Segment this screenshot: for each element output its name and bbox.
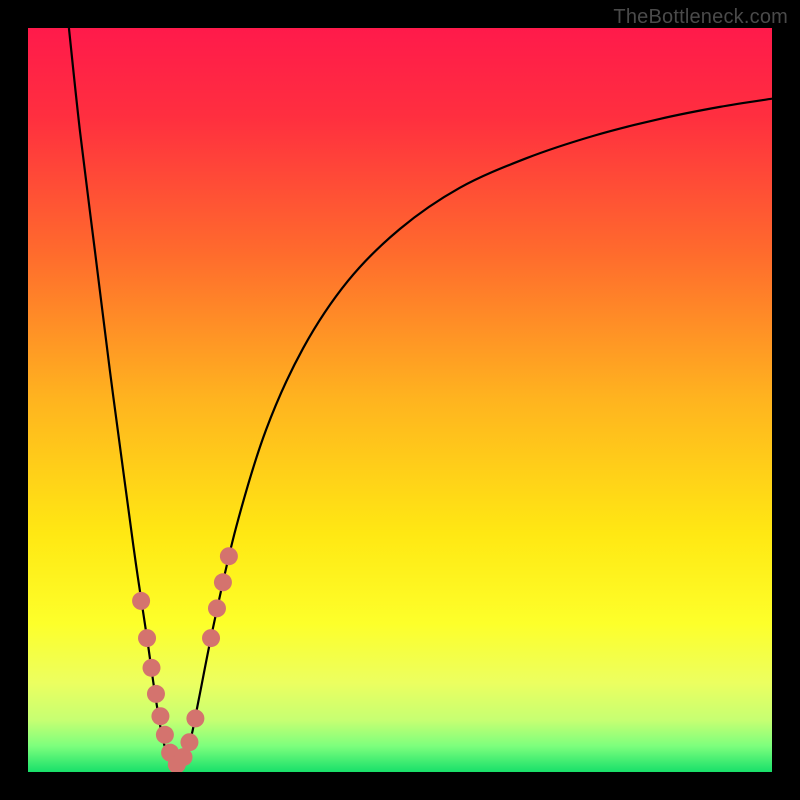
highlight-dot (156, 726, 174, 744)
highlight-dot (147, 685, 165, 703)
chart-frame: TheBottleneck.com (0, 0, 800, 800)
highlight-dot (220, 547, 238, 565)
highlight-dot (214, 573, 232, 591)
highlight-dot (186, 709, 204, 727)
plot-area (28, 28, 772, 772)
highlight-dot (202, 629, 220, 647)
bottleneck-chart (28, 28, 772, 772)
highlight-dot (208, 599, 226, 617)
highlight-dot (132, 592, 150, 610)
highlight-dot (151, 707, 169, 725)
watermark-text: TheBottleneck.com (613, 6, 788, 29)
highlight-dot (143, 659, 161, 677)
highlight-dot (138, 629, 156, 647)
gradient-background (28, 28, 772, 772)
highlight-dot (180, 733, 198, 751)
